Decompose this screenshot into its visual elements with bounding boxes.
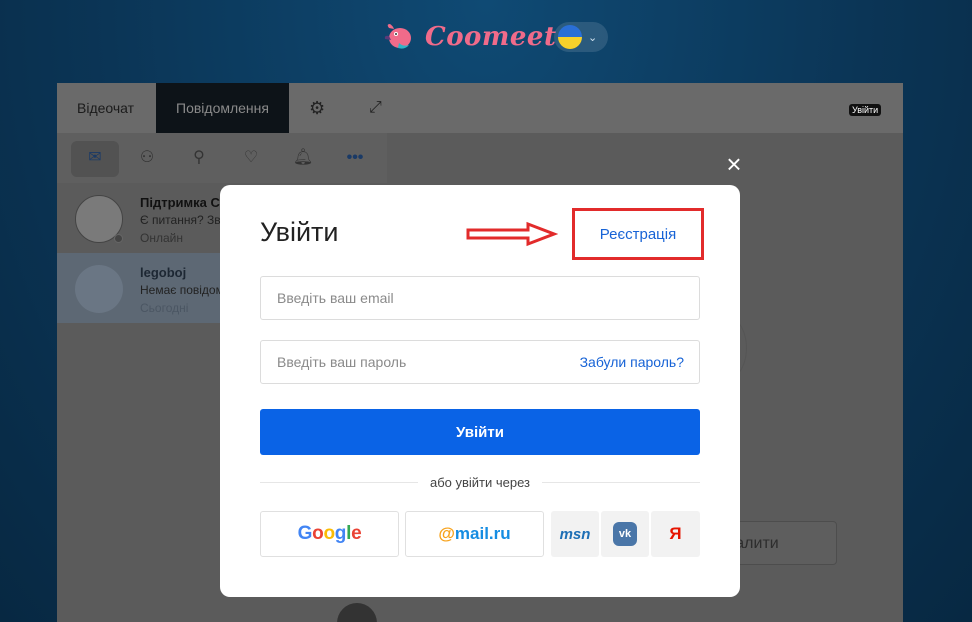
yandex-login-button[interactable]: Я — [651, 511, 700, 557]
user-login-badge[interactable]: Увійти — [849, 95, 882, 125]
fullscreen-icon[interactable]: ⤢ — [369, 83, 382, 133]
message-filter-bar: ✉ ⚇ ⚲ ♡ 🔔︎ ••• — [57, 133, 387, 183]
login-button[interactable]: Увійти — [260, 409, 700, 455]
msn-login-button[interactable]: msn — [551, 511, 599, 557]
mailru-login-button[interactable]: @mail.ru — [405, 511, 544, 557]
contact-status: Онлайн — [140, 231, 183, 245]
login-modal: Увійти Реєстрація Забули пароль? Увійти … — [220, 185, 740, 597]
password-field-wrapper: Забули пароль? — [260, 340, 700, 384]
google-letter: e — [351, 523, 362, 544]
logo-text: Coomeet — [425, 22, 557, 52]
vk-logo-icon: vk — [613, 522, 637, 546]
heart-icon[interactable]: ♡ — [239, 146, 263, 170]
red-arrow-icon — [466, 221, 558, 247]
contact-status: Сьогодні — [140, 301, 189, 315]
divider-label: або увійти через — [417, 475, 543, 490]
google-letter: g — [334, 523, 347, 544]
register-link[interactable]: Реєстрація — [572, 208, 704, 260]
google-login-button[interactable]: Google — [260, 511, 399, 557]
email-field[interactable] — [261, 277, 699, 319]
add-user-icon[interactable]: ⚇ — [135, 146, 159, 170]
more-icon[interactable]: ••• — [343, 146, 367, 170]
vk-login-button[interactable]: vk — [601, 511, 649, 557]
chevron-down-icon: ⌄ — [588, 31, 598, 44]
contact-name: legoboj — [140, 265, 187, 280]
yandex-logo-icon: Я — [669, 524, 682, 543]
google-letter: o — [312, 523, 324, 544]
status-dot — [114, 234, 123, 243]
tab-videochat[interactable]: Відеочат — [77, 83, 134, 133]
top-header: Coomeet ⌄ — [0, 0, 972, 72]
user-login-label: Увійти — [849, 104, 882, 116]
register-label: Реєстрація — [599, 225, 677, 243]
tab-messages[interactable]: Повідомлення — [156, 83, 289, 133]
mailru-logo-icon: @mail.ru — [438, 524, 510, 544]
google-letter: o — [323, 523, 335, 544]
bell-icon[interactable]: 🔔︎ — [291, 146, 315, 170]
ukraine-flag-icon — [558, 25, 582, 49]
forgot-password-link[interactable]: Забули пароль? — [580, 354, 684, 370]
divider-text: або увійти через — [220, 475, 740, 490]
google-logo-icon: Google — [298, 523, 362, 545]
contact-name: Підтримка С — [140, 195, 220, 210]
user-icon[interactable]: ⚲ — [187, 146, 211, 170]
modal-title: Увійти — [260, 217, 339, 247]
gear-icon[interactable]: ⚙ — [309, 83, 325, 133]
mail-icon: ✉ — [88, 149, 102, 166]
contact-message: Є питання? Зв — [140, 213, 221, 227]
bird-logo-icon — [384, 24, 411, 49]
language-selector[interactable]: ⌄ — [554, 22, 608, 52]
google-letter: G — [297, 523, 313, 544]
avatar — [75, 265, 123, 313]
mailru-at: @ — [438, 524, 455, 543]
mailru-text: mail.ru — [454, 524, 511, 543]
msn-logo-icon: msn — [559, 525, 591, 543]
contact-message: Немає повідом — [140, 283, 224, 297]
avatar — [337, 603, 377, 622]
coomeet-logo[interactable]: Coomeet — [383, 20, 556, 54]
close-icon[interactable]: × — [722, 151, 746, 177]
app-tab-bar: Відеочат Повідомлення ⚙ ⤢ Увійти — [57, 83, 903, 133]
email-field-wrapper — [260, 276, 700, 320]
